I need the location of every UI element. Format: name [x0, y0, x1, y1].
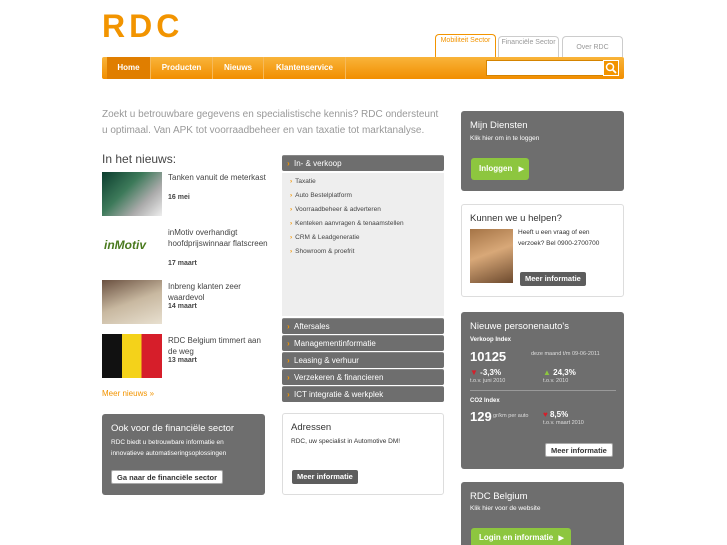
rdc-belgium-panel: RDC Belgium Klik hier voor de website Lo… — [461, 482, 624, 545]
nav-producten[interactable]: Producten — [151, 57, 213, 79]
co2-index-value: 129 — [470, 409, 492, 424]
helpdesk-avatar — [470, 229, 513, 283]
co2-change-desc: t.o.v. maart 2010 — [543, 420, 584, 426]
more-news-link[interactable]: Meer nieuws » — [102, 389, 154, 398]
rdc-logo[interactable]: RDC — [102, 12, 247, 38]
play-arrow-icon: ▶ — [558, 535, 564, 542]
category-aftersales[interactable]: Aftersales — [282, 318, 444, 335]
category-managementinformatie[interactable]: Managementinformatie — [282, 335, 444, 352]
nav-klantenservice[interactable]: Klantenservice — [264, 57, 346, 79]
divider — [470, 390, 616, 391]
tab-financiele-sector[interactable]: Financiële Sector — [498, 36, 559, 57]
submenu-crm[interactable]: CRM & Leadgeneratie — [290, 234, 359, 241]
submenu-voorraadbeheer[interactable]: Voorraadbeheer & adverteren — [290, 206, 381, 213]
svg-text:RDC: RDC — [102, 12, 183, 38]
news-title[interactable]: RDC Belgium timmert aan de weg — [168, 335, 268, 357]
category-ict[interactable]: ICT integratie & werkplek — [282, 386, 444, 403]
search-input[interactable] — [486, 60, 618, 76]
verkoop-index-label: Verkoop Index — [470, 337, 512, 343]
verkoop-index-value: 10125 — [470, 349, 507, 364]
arrow-up-icon: ▲ — [543, 368, 551, 377]
nav-home[interactable]: Home — [107, 57, 151, 79]
verkoop-change-down: -3,3% — [480, 368, 502, 377]
news-image-inmotiv[interactable]: inMotiv — [102, 228, 162, 272]
category-leasing[interactable]: Leasing & verhuur — [282, 352, 444, 369]
verkoop-change-down-desc: t.o.v. juni 2010 — [470, 378, 506, 384]
news-date: 14 maart — [168, 303, 197, 310]
adressen-title: Adressen — [291, 422, 332, 433]
financial-text: RDC biedt u betrouwbare informatie en in… — [111, 439, 227, 457]
news-date: 17 maart — [168, 260, 197, 267]
category-in-verkoop[interactable]: In- & verkoop — [282, 155, 444, 172]
adressen-text: RDC, uw specialist in Automotive DM! — [291, 438, 401, 445]
mijn-diensten-panel: Mijn Diensten Klik hier om in te loggen … — [461, 111, 624, 191]
submenu-auto-bestelplatform[interactable]: Auto Bestelplatform — [290, 192, 352, 199]
financial-sector-button[interactable]: Ga naar de financiële sector — [111, 470, 224, 484]
help-title: Kunnen we u helpen? — [470, 213, 562, 224]
submenu-taxatie[interactable]: Taxatie — [290, 178, 316, 185]
news-image-tanken[interactable] — [102, 172, 162, 216]
tab-over-rdc[interactable]: Over RDC — [562, 36, 623, 57]
help-panel: Kunnen we u helpen? Heeft u een vraag of… — [461, 204, 624, 297]
play-arrow-icon: ▶ — [518, 166, 524, 173]
adressen-panel: Adressen RDC, uw specialist in Automotiv… — [282, 413, 444, 495]
belgium-button-label: Login en informatie — [479, 533, 554, 542]
personenautos-panel: Nieuwe personenauto's Verkoop Index 1012… — [461, 312, 624, 469]
news-title[interactable]: Inbreng klanten zeer waardevol — [168, 281, 268, 303]
co2-change: 8,5% — [549, 410, 569, 419]
news-title[interactable]: Tanken vanuit de meterkast — [168, 172, 268, 183]
login-en-informatie-button[interactable]: Login en informatie ▶ — [471, 528, 571, 545]
news-heading: In het nieuws: — [102, 152, 177, 166]
financial-sector-panel: Ook voor de financiële sector RDC biedt … — [102, 414, 265, 495]
personenautos-title: Nieuwe personenauto's — [470, 321, 569, 332]
heart-icon: ♥ — [543, 410, 548, 419]
financial-title: Ook voor de financiële sector — [111, 423, 235, 434]
verkoop-change-up: 24,3% — [553, 368, 576, 377]
personenautos-meer-informatie-button[interactable]: Meer informatie — [545, 443, 613, 457]
diensten-title: Mijn Diensten — [470, 120, 528, 131]
submenu-showroom[interactable]: Showroom & proefrit — [290, 248, 354, 255]
nav-nieuws[interactable]: Nieuws — [213, 57, 264, 79]
news-date: 13 maart — [168, 357, 197, 364]
help-meer-informatie-button[interactable]: Meer informatie — [520, 272, 586, 286]
news-date: 16 mei — [168, 194, 190, 201]
belgium-title: RDC Belgium — [470, 491, 528, 502]
news-image-meeting[interactable] — [102, 280, 162, 324]
verkoop-index-desc: deze maand t/m 09-06-2011 — [531, 351, 600, 357]
submenu-kenteken[interactable]: Kenteken aanvragen & tenaamstellen — [290, 220, 403, 227]
intro-text: Zoekt u betrouwbare gegevens en speciali… — [102, 109, 439, 136]
belgium-text: Klik hier voor de website — [470, 505, 541, 512]
inloggen-label: Inloggen — [479, 164, 513, 173]
search-icon — [605, 62, 617, 74]
diensten-text: Klik hier om in te loggen — [470, 135, 540, 142]
verkoop-change-up-desc: t.o.v. 2010 — [543, 378, 569, 384]
category-verzekeren[interactable]: Verzekeren & financieren — [282, 369, 444, 386]
news-title[interactable]: inMotiv overhandigt hoofdprijswinnaar fl… — [168, 227, 268, 249]
search-button[interactable] — [603, 60, 619, 76]
adressen-meer-informatie-button[interactable]: Meer informatie — [292, 470, 358, 484]
tab-mobiliteit-sector[interactable]: Mobiliteit Sector — [435, 34, 496, 57]
inloggen-button[interactable]: Inloggen ▶ — [471, 158, 529, 180]
co2-index-unit: gr/km per auto — [493, 413, 529, 419]
help-text: Heeft u een vraag of een verzoek? Bel 09… — [518, 229, 600, 247]
co2-index-label: CO2 Index — [470, 398, 500, 404]
arrow-down-icon: ▼ — [470, 368, 478, 377]
news-image-belgian-flag[interactable] — [102, 334, 162, 378]
inmotiv-logo: inMotiv — [104, 238, 146, 252]
